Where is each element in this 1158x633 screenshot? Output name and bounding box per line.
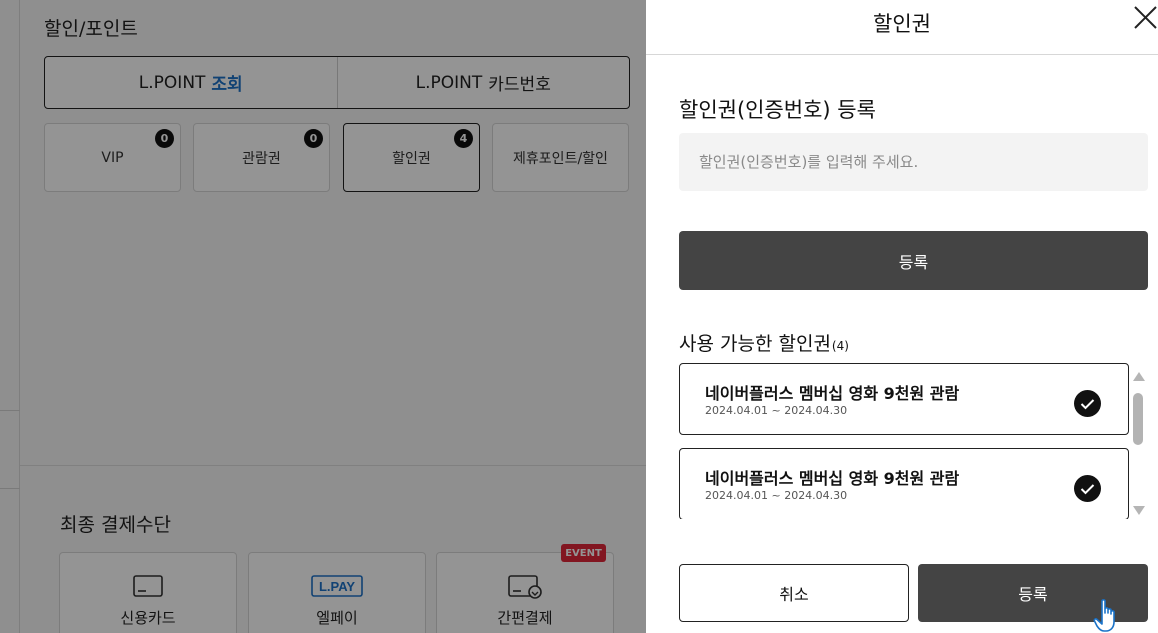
check-icon[interactable] (1074, 475, 1101, 502)
modal-title: 할인권 (873, 12, 931, 36)
check-icon[interactable] (1074, 390, 1101, 417)
coupon-name: 네이버플러스 멤버십 영화 9천원 관람 (705, 469, 960, 488)
scrollbar-thumb[interactable] (1133, 393, 1143, 445)
available-coupons-title: 사용 가능한 할인권(4) (679, 329, 849, 356)
modal-overlay[interactable] (0, 0, 646, 633)
available-coupons-label: 사용 가능한 할인권 (679, 333, 831, 355)
cancel-button[interactable]: 취소 (679, 564, 909, 622)
coupon-item[interactable]: 네이버플러스 멤버십 영화 9천원 관람 2024.04.01 ~ 2024.0… (679, 363, 1129, 435)
confirm-register-button[interactable]: 등록 (918, 564, 1148, 622)
coupon-list[interactable]: 네이버플러스 멤버십 영화 9천원 관람 2024.04.01 ~ 2024.0… (679, 363, 1129, 519)
coupon-name: 네이버플러스 멤버십 영화 9천원 관람 (705, 384, 960, 403)
modal-header: 할인권 (646, 0, 1158, 55)
close-icon (1134, 6, 1157, 29)
coupon-modal: 할인권 할인권(인증번호) 등록 등록 사용 가능한 할인권(4) 네이버플러스… (646, 0, 1158, 633)
coupon-list-scrollbar[interactable] (1131, 372, 1145, 516)
scroll-down-arrow-icon[interactable] (1133, 506, 1145, 515)
close-button[interactable] (1132, 4, 1158, 32)
register-section-title: 할인권(인증번호) 등록 (679, 98, 876, 122)
register-code-button[interactable]: 등록 (679, 231, 1148, 290)
coupon-code-input[interactable] (679, 133, 1148, 191)
coupon-period: 2024.04.01 ~ 2024.04.30 (705, 489, 848, 502)
scroll-up-arrow-icon[interactable] (1133, 372, 1145, 381)
background-page: 할인/포인트 L.POINT 조회 L.POINT 카드번호 VIP 0 관람권… (0, 0, 646, 633)
coupon-period: 2024.04.01 ~ 2024.04.30 (705, 404, 848, 417)
available-coupons-count: (4) (831, 339, 849, 353)
coupon-item[interactable]: 네이버플러스 멤버십 영화 9천원 관람 2024.04.01 ~ 2024.0… (679, 448, 1129, 519)
